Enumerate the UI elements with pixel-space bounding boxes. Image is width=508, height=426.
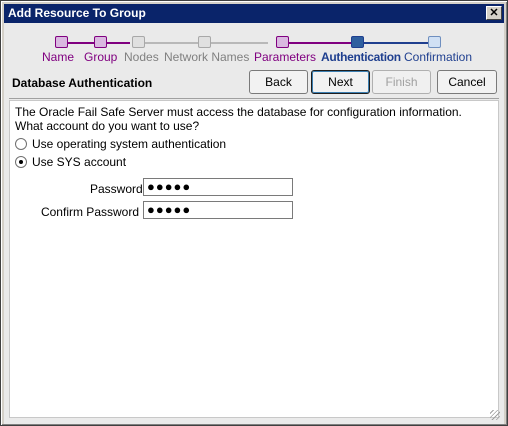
radio-sys-account[interactable] [15,156,27,168]
train-step-label: Nodes [124,50,159,64]
section-title: Database Authentication [12,76,153,90]
train-node-icon [132,36,145,48]
next-button[interactable]: Next [311,70,370,94]
train-step-label: Network Names [164,50,250,64]
train-step-label: Authentication [321,50,401,64]
train-line-next [364,42,428,44]
password-label: Password [90,182,143,196]
option-sys-account[interactable]: Use SYS account [15,154,126,170]
train-node-icon [55,36,68,48]
option-os-auth-label: Use operating system authentication [32,137,227,151]
train-node-icon [94,36,107,48]
wizard-body: Name Group Nodes Network Names Parameter… [4,23,504,424]
radio-os-auth[interactable] [15,138,27,150]
confirm-password-field[interactable]: ●●●●● [143,201,293,219]
window-title: Add Resource To Group [8,6,146,20]
title-bar: Add Resource To Group ✕ [4,4,504,23]
cancel-button[interactable]: Cancel [437,70,497,94]
train-node-icon [276,36,289,48]
finish-button: Finish [372,70,431,94]
train-step-label: Name [42,50,75,64]
train-step-label: Group [84,50,118,64]
resize-grip-icon[interactable] [490,410,500,420]
option-os-auth[interactable]: Use operating system authentication [15,136,226,152]
train-step-label: Confirmation [404,50,473,64]
close-icon[interactable]: ✕ [486,6,502,20]
prompt-text: The Oracle Fail Safe Server must access … [15,105,462,133]
password-field[interactable]: ●●●●● [143,178,293,196]
content-panel: The Oracle Fail Safe Server must access … [9,100,499,418]
header-divider [9,98,499,99]
train-node-icon [428,36,441,48]
train-node-icon [198,36,211,48]
train-step-label: Parameters [254,50,317,64]
train-line-visited-2 [288,42,352,44]
confirm-password-label: Confirm Password [40,205,139,219]
train-node-icon [351,36,364,48]
wizard-train: Name Group Nodes Network Names Parameter… [4,31,504,71]
back-button[interactable]: Back [249,70,308,94]
option-sys-account-label: Use SYS account [32,155,127,169]
wizard-window: Add Resource To Group ✕ Name Group Nodes [0,0,508,426]
